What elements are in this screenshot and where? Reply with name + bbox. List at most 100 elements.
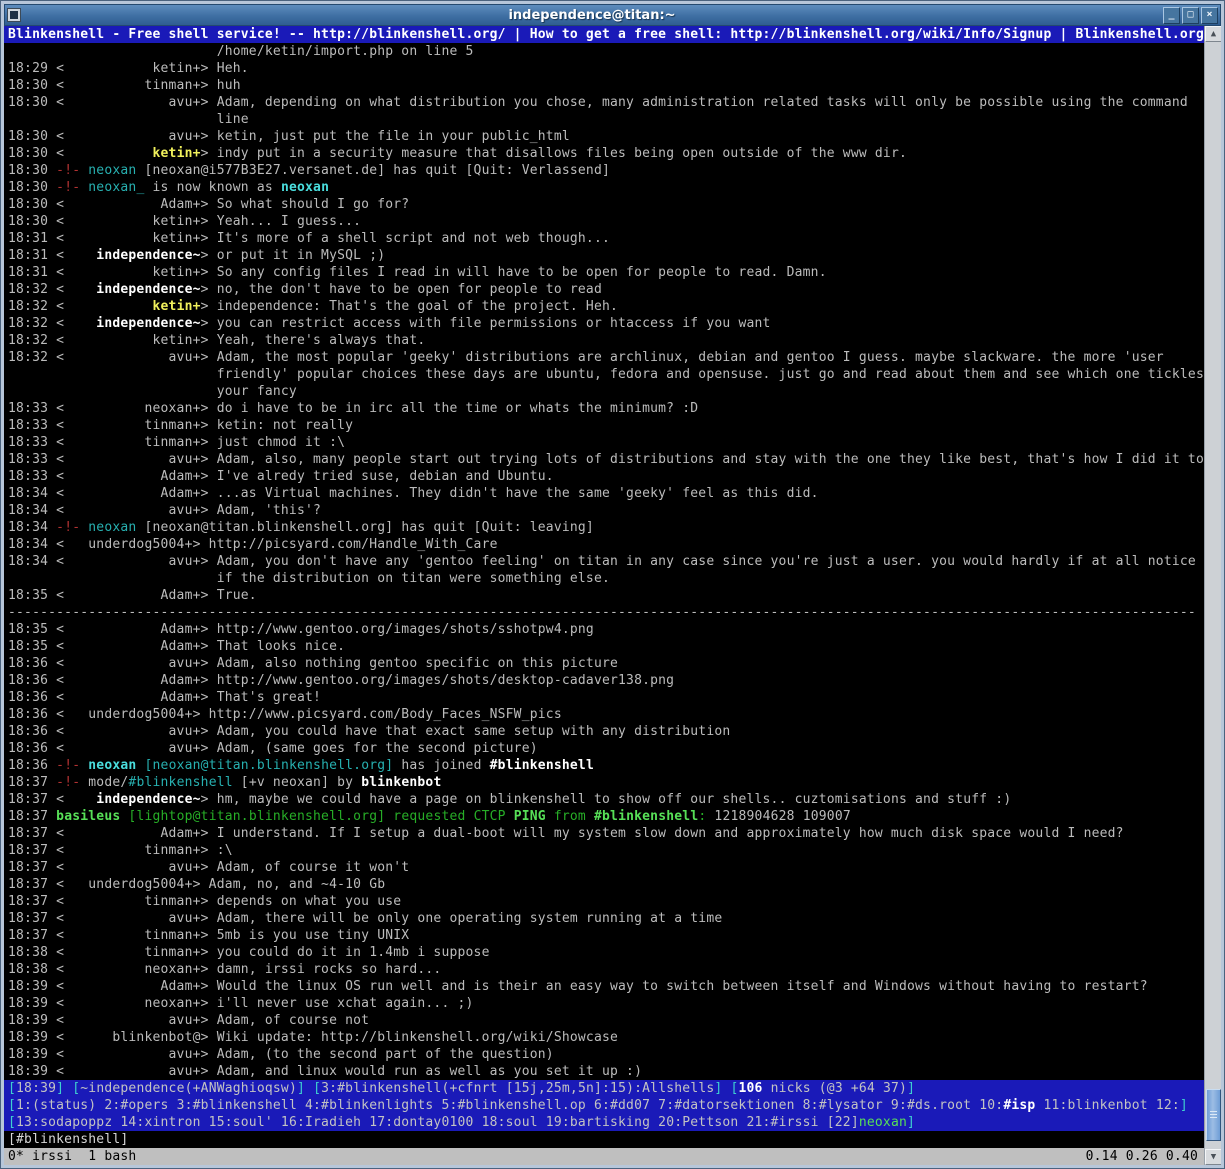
chat-row: 18:34 < underdog5004+> http://picsyard.c… <box>4 536 1204 553</box>
text-segment: [neoxan@titan.blinkenshell.org] <box>144 758 393 773</box>
text-segment: neoxan <box>281 180 329 195</box>
terminal-content: Blinkenshell - Free shell service! -- ht… <box>4 26 1204 1165</box>
chat-row: 18:32 < independence~> no, the don't hav… <box>4 281 1204 298</box>
input-text: [#blinkenshell] <box>4 1131 1204 1148</box>
text-segment: independence~ <box>96 282 200 297</box>
text-segment: #isp <box>1003 1098 1035 1113</box>
scrollbar-thumb[interactable] <box>1206 1089 1221 1141</box>
text-segment: [ <box>730 1081 738 1096</box>
status-row: [1:(status) 2:#opers 3:#blinkenshell 4:#… <box>4 1097 1204 1114</box>
screen-status-bar: 0* irssi 1 bash 0.14 0.26 0.40 <box>4 1148 1204 1165</box>
scroll-up-icon[interactable]: ▲ <box>1205 26 1221 42</box>
scrollbar[interactable]: ▲ ▼ <box>1204 26 1221 1165</box>
maximize-button[interactable]: □ <box>1182 7 1199 24</box>
text-segment: independence~ <box>96 792 200 807</box>
text-segment: 18:33 < Adam+> I've alredy tried suse, d… <box>8 469 554 484</box>
text-segment: line <box>8 112 249 127</box>
text-segment: 18:37 <box>8 809 56 824</box>
text-segment: [ <box>8 1115 16 1130</box>
text-segment: 18:37 <box>8 775 56 790</box>
title-bar[interactable]: independence@titan:~ _ □ × <box>4 4 1221 26</box>
chat-row: 18:30 < avu+> ketin, just put the file i… <box>4 128 1204 145</box>
chat-row: 18:36 < Adam+> http://www.gentoo.org/ima… <box>4 672 1204 689</box>
text-segment: PING <box>514 809 546 824</box>
text-segment: [ <box>8 1098 16 1113</box>
text-segment: 18:30 <box>8 163 56 178</box>
text-segment: #blinkenshell <box>490 758 594 773</box>
text-segment: > no, the don't have to be open for peop… <box>201 282 602 297</box>
text-segment: -!- <box>56 180 88 195</box>
text-segment: 18:31 < <box>8 248 96 263</box>
chat-row: 18:31 < ketin+> It's more of a shell scr… <box>4 230 1204 247</box>
chat-row: 18:33 < neoxan+> do i have to be in irc … <box>4 400 1204 417</box>
text-segment: 18:39 < neoxan+> i'll never use xchat ag… <box>8 996 474 1011</box>
text-segment: 18:36 < avu+> Adam, you could have that … <box>8 724 730 739</box>
topic-text: Blinkenshell - Free shell service! -- ht… <box>8 27 1204 42</box>
text-segment: 18:34 < avu+> Adam, you don't have any '… <box>8 554 1196 569</box>
text-segment: 18:31 < ketin+> So any config files I re… <box>8 265 827 280</box>
close-button[interactable]: × <box>1201 7 1218 24</box>
text-segment: neoxan <box>88 520 144 535</box>
text-segment: -!- <box>56 758 88 773</box>
text-segment: 18:29 < ketin+> Heh. <box>8 61 249 76</box>
text-segment: 18:39 < avu+> Adam, (to the second part … <box>8 1047 554 1062</box>
text-segment: 18:34 < avu+> Adam, 'this'? <box>8 503 321 518</box>
chat-row: 18:36 < avu+> Adam, (same goes for the s… <box>4 740 1204 757</box>
terminal-area: Blinkenshell - Free shell service! -- ht… <box>4 26 1221 1165</box>
text-segment: 18:36 < avu+> Adam, (same goes for the s… <box>8 741 538 756</box>
text-segment: ] <box>56 1081 64 1096</box>
text-segment: ketin+ <box>152 146 200 161</box>
chat-row: 18:37 -!- mode/#blinkenshell [+v neoxan]… <box>4 774 1204 791</box>
text-segment: 18:35 < Adam+> http://www.gentoo.org/ima… <box>8 622 594 637</box>
text-segment: 18:30 < <box>8 146 152 161</box>
chat-row: 18:35 < Adam+> That looks nice. <box>4 638 1204 655</box>
topic-bar: Blinkenshell - Free shell service! -- ht… <box>4 26 1204 43</box>
text-segment: nicks (@3 +64 37) <box>763 1081 907 1096</box>
chat-row: 18:34 < avu+> Adam, 'this'? <box>4 502 1204 519</box>
chat-row: 18:39 < avu+> Adam, (to the second part … <box>4 1046 1204 1063</box>
text-segment: friendly' popular choices these days are… <box>8 367 1204 382</box>
chat-row: 18:35 < Adam+> True. <box>4 587 1204 604</box>
chat-row: 18:34 < avu+> Adam, you don't have any '… <box>4 553 1204 570</box>
text-segment: 18:33 < tinman+> just chmod it :\ <box>8 435 345 450</box>
text-segment <box>305 1081 313 1096</box>
text-segment: 18:36 <box>8 758 56 773</box>
text-segment: > or put it in MySQL ;) <box>201 248 386 263</box>
minimize-button[interactable]: _ <box>1163 7 1180 24</box>
text-segment: 18:32 < <box>8 299 152 314</box>
chat-row: 18:30 -!- neoxan_ is now known as neoxan <box>4 179 1204 196</box>
screen-window-list[interactable]: 0* irssi 1 bash <box>8 1148 136 1165</box>
text-segment: 18:39 < avu+> Adam, and linux would run … <box>8 1064 642 1079</box>
chat-row: friendly' popular choices these days are… <box>4 366 1204 383</box>
text-segment: ----------------------------------------… <box>8 605 1196 620</box>
chat-row: 18:30 < tinman+> huh <box>4 77 1204 94</box>
text-segment: > you can restrict access with file perm… <box>201 316 771 331</box>
chat-row: your fancy <box>4 383 1204 400</box>
text-segment: ] <box>907 1081 915 1096</box>
text-segment: 18:35 < Adam+> True. <box>8 588 257 603</box>
chat-row: ----------------------------------------… <box>4 604 1204 621</box>
chat-row: 18:32 < independence~> you can restrict … <box>4 315 1204 332</box>
text-segment: #blinkenshell <box>128 775 232 790</box>
scroll-down-icon[interactable]: ▼ <box>1205 1149 1221 1165</box>
text-segment: 18:33 < neoxan+> do i have to be in irc … <box>8 401 698 416</box>
chat-row: 18:33 < tinman+> ketin: not really <box>4 417 1204 434</box>
text-segment: 18:30 < Adam+> So what should I go for? <box>8 197 409 212</box>
chat-row: 18:37 basileus [lightop@titan.blinkenshe… <box>4 808 1204 825</box>
text-segment: ] <box>907 1115 915 1130</box>
text-segment: independence~ <box>96 248 200 263</box>
text-segment: ~independence(+ANWaghioqsw) <box>80 1081 297 1096</box>
text-segment: if the distribution on titan were someth… <box>8 571 610 586</box>
text-segment: 18:31 < ketin+> It's more of a shell scr… <box>8 231 610 246</box>
text-segment: requested CTCP <box>385 809 513 824</box>
status-row: [13:sodapoppz 14:xintron 15:soul' 16:Ira… <box>4 1114 1204 1131</box>
text-segment: 18:37 < Adam+> I understand. If I setup … <box>8 826 1124 841</box>
text-segment: [ <box>313 1081 321 1096</box>
chat-row: line <box>4 111 1204 128</box>
chat-row: 18:36 < avu+> Adam, you could have that … <box>4 723 1204 740</box>
chat-row: if the distribution on titan were someth… <box>4 570 1204 587</box>
text-segment: 18:32 < avu+> Adam, the most popular 'ge… <box>8 350 1164 365</box>
text-segment: ] <box>297 1081 305 1096</box>
terminal-icon <box>7 8 21 22</box>
input-line[interactable]: [#blinkenshell] <box>4 1131 1204 1148</box>
